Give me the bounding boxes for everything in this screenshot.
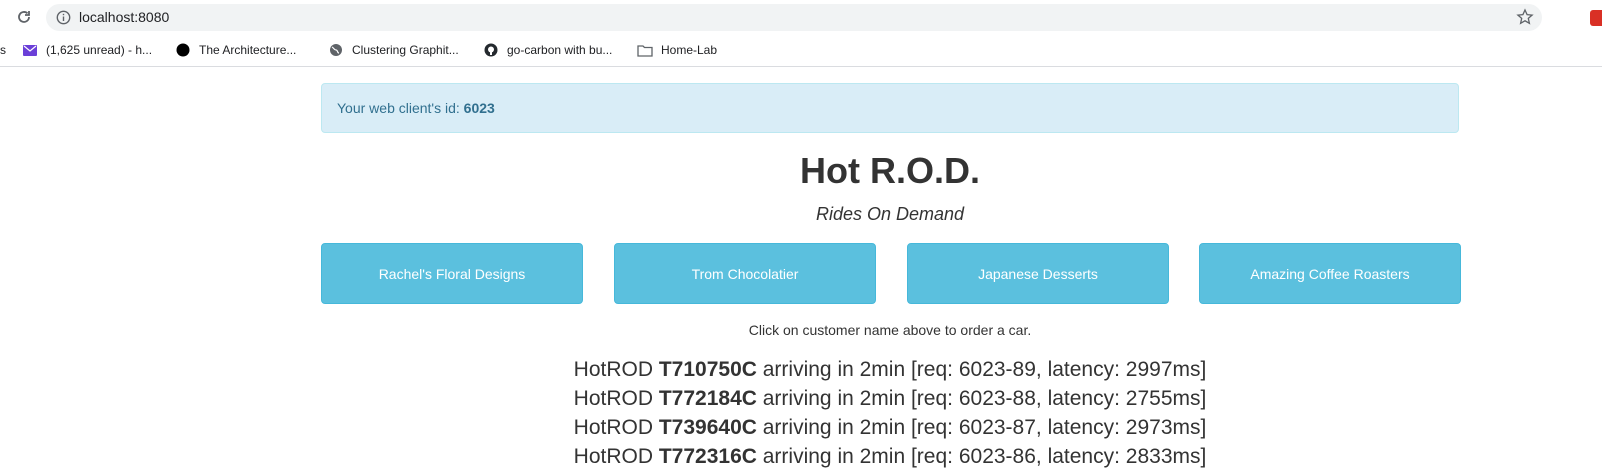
client-id-alert: Your web client's id: 6023 — [321, 83, 1459, 133]
bookmark-label: s — [0, 43, 6, 57]
bookmark-star-icon[interactable] — [1516, 8, 1534, 26]
client-id-value: 6023 — [463, 100, 495, 116]
bookmark-item[interactable]: (1,625 unread) - h... — [22, 41, 152, 59]
bookmark-item[interactable]: go-carbon with bu... — [483, 41, 612, 59]
customer-button[interactable]: Trom Chocolatier — [614, 243, 876, 304]
bookmark-item[interactable]: Clustering Graphit... — [328, 41, 459, 59]
customer-button[interactable]: Rachel's Floral Designs — [321, 243, 583, 304]
ride-line: HotROD T772316C arriving in 2min [req: 6… — [0, 442, 1602, 471]
github-icon — [483, 42, 499, 58]
alert-text: Your web client's id: — [337, 100, 464, 116]
ride-line: HotROD T772184C arriving in 2min [req: 6… — [0, 384, 1602, 413]
bookmark-label: Clustering Graphit... — [352, 43, 459, 57]
ride-details: arriving in 2min [req: 6023-87, latency:… — [756, 416, 1207, 439]
customer-button[interactable]: Amazing Coffee Roasters — [1199, 243, 1461, 304]
bookmark-label: Home-Lab — [661, 43, 718, 57]
car-id: T710750C — [658, 358, 757, 381]
ride-prefix: HotROD — [573, 445, 659, 468]
ride-list: HotROD T710750C arriving in 2min [req: 6… — [0, 355, 1602, 471]
bookmark-item[interactable]: s — [0, 41, 6, 59]
ride-prefix: HotROD — [573, 358, 659, 381]
bookmarks-bar: s (1,625 unread) - h... The Architecture… — [0, 38, 1602, 62]
ride-line: HotROD T739640C arriving in 2min [req: 6… — [0, 413, 1602, 442]
ride-details: arriving in 2min [req: 6023-86, latency:… — [756, 445, 1207, 468]
bookmark-item[interactable]: The Architecture... — [175, 41, 296, 59]
customer-button[interactable]: Japanese Desserts — [907, 243, 1169, 304]
ride-line: HotROD T710750C arriving in 2min [req: 6… — [0, 355, 1602, 384]
ride-prefix: HotROD — [573, 416, 659, 439]
info-icon[interactable] — [56, 10, 71, 25]
mail-icon — [22, 42, 38, 58]
bookmark-label: The Architecture... — [199, 43, 297, 57]
bookmark-item[interactable]: Home-Lab — [637, 41, 717, 59]
bookmark-label: (1,625 unread) - h... — [46, 43, 153, 57]
extension-icon[interactable] — [1590, 10, 1602, 26]
car-id: T739640C — [658, 416, 757, 439]
ride-prefix: HotROD — [573, 387, 659, 410]
globe-icon — [328, 42, 344, 58]
browser-toolbar: localhost:8080 — [0, 0, 1602, 34]
car-id: T772184C — [658, 387, 757, 410]
address-bar[interactable]: localhost:8080 — [46, 4, 1542, 31]
ride-details: arriving in 2min [req: 6023-88, latency:… — [756, 387, 1207, 410]
circle-icon — [175, 42, 191, 58]
url-text[interactable]: localhost:8080 — [79, 9, 169, 25]
page-subtitle: Rides On Demand — [815, 204, 965, 224]
toolbar-divider — [0, 66, 1602, 67]
page-title: Hot R.O.D. — [800, 150, 980, 191]
folder-icon — [637, 42, 653, 58]
bookmark-label: go-carbon with bu... — [507, 43, 613, 57]
ride-details: arriving in 2min [req: 6023-89, latency:… — [756, 358, 1207, 381]
car-id: T772316C — [658, 445, 757, 468]
order-hint: Click on customer name above to order a … — [748, 322, 1032, 338]
reload-icon[interactable] — [14, 7, 34, 27]
